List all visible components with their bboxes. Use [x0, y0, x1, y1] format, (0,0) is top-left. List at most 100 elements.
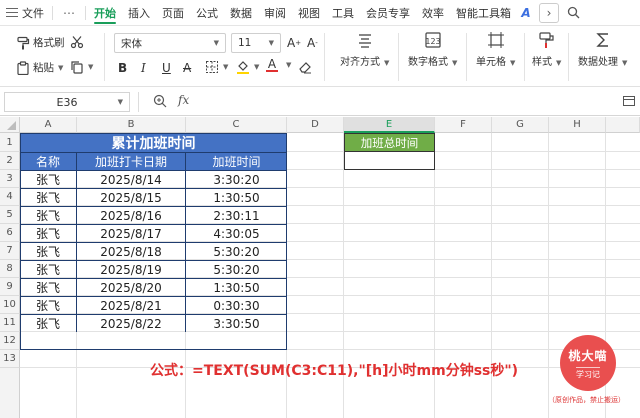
cell-button[interactable]: 单元格 ▼	[476, 31, 515, 68]
cell-overtime[interactable]: 3:30:50	[186, 314, 287, 332]
bold-button[interactable]: B	[118, 61, 127, 75]
header-date[interactable]: 加班打卡日期	[77, 152, 186, 170]
cell-name[interactable]: 张飞	[20, 260, 77, 278]
row-header-10[interactable]: 10	[0, 296, 20, 314]
insert-function-icon[interactable]: fx	[178, 93, 189, 107]
menu-file[interactable]: 文件	[0, 0, 50, 26]
cell-date[interactable]: 2025/8/15	[77, 188, 186, 206]
number-format-button[interactable]: 123 数字格式 ▼	[408, 31, 457, 68]
tab-review[interactable]: 审阅	[258, 0, 292, 26]
column-header-g[interactable]: G	[492, 117, 549, 133]
cell-date[interactable]: 2025/8/21	[77, 296, 186, 314]
spreadsheet-grid[interactable]: A B C D E F G H 1 2 3 4 5 6 7 8 9 10 11 …	[0, 117, 640, 418]
tab-insert[interactable]: 插入	[122, 0, 156, 26]
font-color-button[interactable]: A	[266, 58, 278, 72]
summary-header[interactable]: 加班总时间	[344, 133, 435, 152]
column-header-d[interactable]: D	[287, 117, 344, 133]
row-header-11[interactable]: 11	[0, 314, 20, 332]
font-color-dropdown[interactable]: ▼	[282, 61, 291, 69]
header-name[interactable]: 名称	[20, 152, 77, 170]
erase-button[interactable]	[298, 60, 312, 74]
cell-overtime[interactable]: 1:30:50	[186, 188, 287, 206]
cut-button[interactable]	[70, 35, 84, 49]
data-process-button[interactable]: 数据处理 ▼	[578, 31, 627, 68]
ai-assistant-icon[interactable]: A	[517, 4, 535, 22]
column-header-c[interactable]: C	[186, 117, 287, 133]
expand-formula-icon[interactable]	[622, 94, 636, 111]
tab-data[interactable]: 数据	[224, 0, 258, 26]
select-all-corner[interactable]	[0, 117, 20, 133]
cell-overtime[interactable]: 4:30:05	[186, 224, 287, 242]
column-header-next[interactable]	[606, 117, 640, 133]
zoom-icon[interactable]	[153, 94, 167, 111]
row-header-3[interactable]: 3	[0, 170, 20, 188]
paste-button[interactable]: 粘贴 ▼	[16, 60, 63, 75]
strikethrough-button[interactable]: A	[183, 61, 191, 75]
column-header-b[interactable]: B	[77, 117, 186, 133]
cell-name[interactable]: 张飞	[20, 296, 77, 314]
font-name-select[interactable]: 宋体 ▼	[114, 33, 226, 53]
fill-color-button[interactable]: ▼	[236, 60, 259, 74]
cell-name[interactable]: 张飞	[20, 188, 77, 206]
tab-page[interactable]: 页面	[156, 0, 190, 26]
cell-name[interactable]: 张飞	[20, 170, 77, 188]
summary-value[interactable]	[344, 152, 435, 170]
cell-date[interactable]: 2025/8/16	[77, 206, 186, 224]
tab-member[interactable]: 会员专享	[360, 0, 416, 26]
cell-date[interactable]: 2025/8/17	[77, 224, 186, 242]
cell-date[interactable]: 2025/8/22	[77, 314, 186, 332]
cell-name[interactable]: 张飞	[20, 278, 77, 296]
row-header-7[interactable]: 7	[0, 242, 20, 260]
tab-smart-toolbox[interactable]: 智能工具箱	[450, 0, 517, 26]
format-painter-button[interactable]: 格式刷	[16, 35, 65, 50]
cell-date[interactable]: 2025/8/14	[77, 170, 186, 188]
column-header-h[interactable]: H	[549, 117, 606, 133]
font-size-select[interactable]: 11 ▼	[231, 33, 281, 53]
tab-tools[interactable]: 工具	[326, 0, 360, 26]
copy-button[interactable]: ▼	[70, 60, 93, 74]
formula-input[interactable]	[200, 92, 610, 112]
name-box[interactable]: E36 ▼	[4, 92, 130, 112]
tab-home[interactable]: 开始	[88, 0, 122, 26]
cell-name[interactable]: 张飞	[20, 224, 77, 242]
cell-overtime[interactable]: 3:30:20	[186, 170, 287, 188]
underline-button[interactable]: U	[162, 61, 171, 75]
row-header-9[interactable]: 9	[0, 278, 20, 296]
tab-efficiency[interactable]: 效率	[416, 0, 450, 26]
row-header-6[interactable]: 6	[0, 224, 20, 242]
cell-name[interactable]: 张飞	[20, 206, 77, 224]
row-header-8[interactable]: 8	[0, 260, 20, 278]
chevron-right-icon[interactable]: ›	[539, 2, 559, 23]
borders-button[interactable]: ▼	[205, 60, 228, 74]
table-title[interactable]: 累计加班时间	[20, 133, 287, 152]
more-options-button[interactable]: ⋯	[55, 0, 83, 26]
align-button[interactable]: 对齐方式 ▼	[340, 31, 389, 68]
increase-font-button[interactable]: A +	[287, 36, 301, 50]
column-header-e[interactable]: E	[344, 117, 435, 133]
search-icon[interactable]	[563, 3, 583, 23]
column-header-a[interactable]: A	[20, 117, 77, 133]
cell-overtime[interactable]: 5:30:20	[186, 242, 287, 260]
row-header-4[interactable]: 4	[0, 188, 20, 206]
row-header-2[interactable]: 2	[0, 152, 20, 170]
row-header-12[interactable]: 12	[0, 332, 20, 350]
cell-name[interactable]: 张飞	[20, 242, 77, 260]
cell-date[interactable]: 2025/8/18	[77, 242, 186, 260]
header-overtime[interactable]: 加班时间	[186, 152, 287, 170]
cell-overtime[interactable]: 1:30:50	[186, 278, 287, 296]
column-header-f[interactable]: F	[435, 117, 492, 133]
row-header-5[interactable]: 5	[0, 206, 20, 224]
decrease-font-button[interactable]: A-	[307, 36, 318, 50]
cell-overtime[interactable]: 2:30:11	[186, 206, 287, 224]
row-header-13[interactable]: 13	[0, 350, 20, 368]
cell-overtime[interactable]: 0:30:30	[186, 296, 287, 314]
tab-view[interactable]: 视图	[292, 0, 326, 26]
cell-date[interactable]: 2025/8/20	[77, 278, 186, 296]
tab-formula[interactable]: 公式	[190, 0, 224, 26]
cell-date[interactable]: 2025/8/19	[77, 260, 186, 278]
cell-name[interactable]: 张飞	[20, 314, 77, 332]
row-header-1[interactable]: 1	[0, 133, 20, 152]
cell-overtime[interactable]: 5:30:20	[186, 260, 287, 278]
italic-button[interactable]: I	[141, 61, 146, 75]
style-button[interactable]: 样式 ▼	[532, 31, 561, 68]
